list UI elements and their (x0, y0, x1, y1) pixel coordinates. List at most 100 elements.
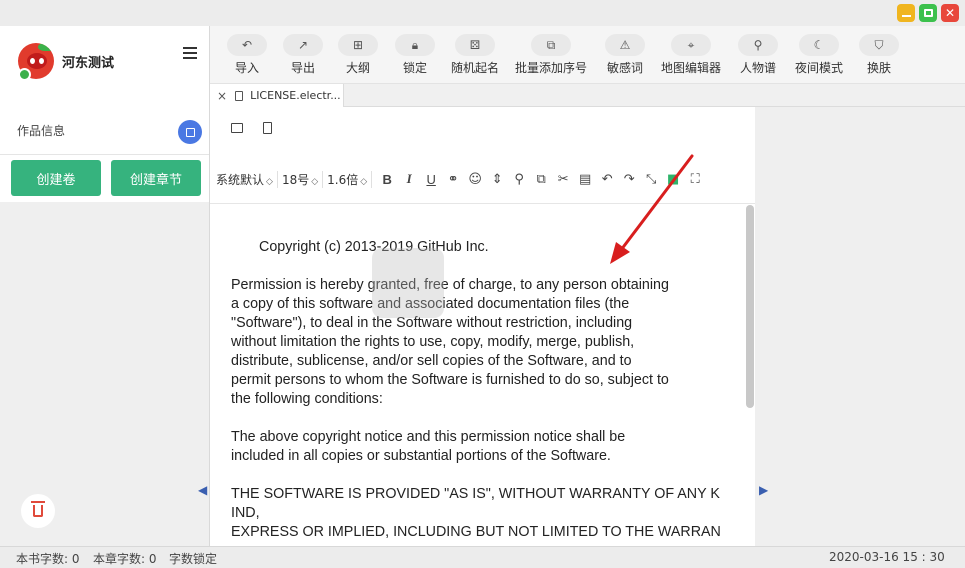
search-icon[interactable]: ⚲ (508, 169, 530, 189)
folder-icon[interactable] (231, 123, 243, 133)
document-content[interactable]: Copyright (c) 2013-2019 GitHub Inc. Perm… (231, 238, 741, 561)
editor-scrollbar[interactable] (746, 205, 754, 408)
tab-close-icon[interactable]: × (217, 89, 227, 103)
link-icon[interactable]: ⚭ (442, 169, 464, 189)
font-select[interactable]: 系统默认 ◇ (216, 170, 278, 188)
dice-icon: ⚄ (455, 34, 495, 56)
tab-name: LICENSE.electr... (250, 89, 341, 102)
logo-eye-left (30, 58, 35, 64)
trash-button[interactable] (21, 494, 55, 528)
tool-outline[interactable]: ⊞ 大纲 (338, 34, 378, 76)
divider-icon[interactable]: ⇕ (486, 169, 508, 189)
paste-icon[interactable]: ▤ (574, 169, 596, 189)
avatar-badge (18, 68, 31, 81)
tool-label: 导出 (290, 61, 315, 75)
maximize-icon (923, 9, 933, 17)
logo-leaf (38, 43, 52, 51)
bold-button[interactable]: B (376, 169, 398, 189)
minimize-button[interactable] (897, 4, 915, 22)
logo-eye-right (39, 58, 44, 64)
tool-random-name[interactable]: ⚄ 随机起名 (451, 34, 499, 76)
paragraph: Permission is hereby granted, free of ch… (231, 277, 669, 407)
font-select-value: 系统默认 (216, 172, 265, 187)
chapter-word-count: 本章字数: 0 (93, 552, 157, 566)
right-panel (755, 107, 965, 546)
menu-icon[interactable] (183, 47, 197, 62)
watermark-logo (372, 248, 444, 318)
main-toolbar: ↶ 导入 ↗ 导出 ⊞ 大纲 🔒︎ 锁定 ⚄ 随机起名 ⧉ 批量添加序号 ⚠ 敏… (210, 26, 965, 84)
status-bar: 本书字数: 0 本章字数: 0 字数锁定 2020-03-16 15 : 30 (0, 546, 965, 568)
tool-label: 地图编辑器 (661, 61, 722, 75)
line-height-value: 1.6倍 (327, 172, 359, 187)
paragraph: The above copyright notice and this perm… (231, 429, 626, 464)
app-name: 河东测试 (62, 56, 115, 71)
tab-license[interactable]: × LICENSE.electr... (210, 84, 344, 107)
copy-icon[interactable]: ⧉ (530, 169, 552, 189)
tool-batch-number[interactable]: ⧉ 批量添加序号 (515, 34, 587, 76)
tool-skin[interactable]: ⛉ 换肤 (859, 34, 899, 76)
tool-map-editor[interactable]: ⌖ 地图编辑器 (661, 34, 721, 76)
tool-label: 导入 (234, 61, 259, 75)
underline-button[interactable]: U (420, 169, 442, 189)
tool-lock[interactable]: 🔒︎ 锁定 (395, 34, 435, 76)
trash-icon (31, 501, 45, 517)
logo-face (27, 53, 47, 69)
font-size-select[interactable]: 18号 ◇ (281, 170, 324, 188)
sidebar: 河东测试 作品信息 创建卷 创建章节 (0, 26, 210, 546)
document-icon (235, 90, 244, 101)
tool-night-mode[interactable]: ☾ 夜间模式 (795, 34, 843, 76)
map-icon: ⌖ (671, 34, 711, 56)
book-word-count: 本书字数: 0 (16, 552, 80, 566)
annotation-arrow-icon (610, 154, 694, 264)
lock-icon: 🔒︎ (395, 34, 435, 56)
collapse-left-icon[interactable]: ◀ (198, 483, 207, 497)
export-icon: ↗ (283, 34, 323, 56)
tool-label: 换肤 (866, 61, 891, 75)
work-info-label: 作品信息 (17, 124, 66, 138)
close-button[interactable]: ✕ (941, 4, 959, 22)
emoji-icon[interactable]: ☺ (464, 169, 486, 189)
edit-icon[interactable] (178, 120, 202, 144)
maximize-button[interactable] (919, 4, 937, 22)
tool-label: 夜间模式 (795, 61, 844, 75)
outline-icon: ⊞ (338, 34, 378, 56)
font-size-value: 18号 (281, 172, 310, 187)
create-volume-button[interactable]: 创建卷 (11, 160, 101, 196)
create-chapter-button[interactable]: 创建章节 (111, 160, 201, 196)
file-icon[interactable] (263, 122, 272, 134)
tool-label: 锁定 (402, 61, 427, 75)
tab-bar: × LICENSE.electr... (210, 84, 965, 107)
close-icon: ✕ (944, 6, 956, 20)
collapse-right-icon[interactable]: ▶ (759, 483, 768, 497)
tool-import[interactable]: ↶ 导入 (227, 34, 267, 76)
tool-label: 批量添加序号 (515, 61, 588, 75)
import-icon: ↶ (227, 34, 267, 56)
word-lock-toggle[interactable]: 字数锁定 (169, 550, 217, 567)
copy-icon: ⧉ (531, 34, 571, 56)
chevron-updown-icon: ◇ (266, 176, 273, 187)
tool-export[interactable]: ↗ 导出 (283, 34, 323, 76)
tool-label: 人物谱 (739, 61, 776, 75)
tool-characters[interactable]: ⚲ 人物谱 (738, 34, 778, 76)
paragraph: THE SOFTWARE IS PROVIDED "AS IS", WITHOU… (231, 486, 721, 540)
minimize-icon (901, 15, 911, 17)
tool-label: 敏感词 (606, 61, 643, 75)
title-bar: ✕ (0, 0, 965, 26)
sidebar-header: 河东测试 作品信息 创建卷 创建章节 (0, 26, 210, 202)
chevron-updown-icon: ◇ (311, 176, 319, 187)
warning-icon: ⚠ (605, 34, 645, 56)
italic-button[interactable]: I (398, 169, 420, 189)
window-controls: ✕ (897, 4, 959, 22)
shirt-icon: ⛉ (859, 34, 899, 56)
chevron-updown-icon: ◇ (360, 176, 368, 187)
tool-label: 大纲 (345, 61, 370, 75)
cut-icon[interactable]: ✂ (552, 169, 574, 189)
tool-label: 随机起名 (451, 61, 500, 75)
status-datetime: 2020-03-16 15 : 30 (829, 550, 945, 564)
watermark-box (372, 248, 444, 318)
tool-sensitive-words[interactable]: ⚠ 敏感词 (605, 34, 645, 76)
line-height-select[interactable]: 1.6倍 ◇ (327, 170, 373, 188)
add-person-icon: ⚲ (738, 34, 778, 56)
sidebar-divider (0, 154, 210, 155)
moon-icon: ☾ (799, 34, 839, 56)
